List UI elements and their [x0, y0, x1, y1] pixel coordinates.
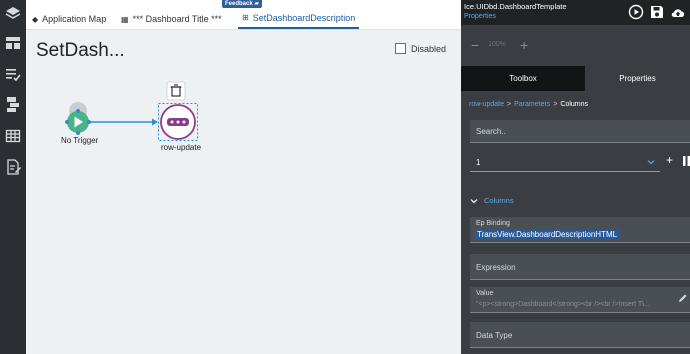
tab-label: SetDashboardDescription	[252, 12, 356, 23]
tab-label: *** Dashboard Title ***	[132, 14, 222, 24]
trigger-node[interactable]	[65, 102, 91, 135]
select-value: 1	[476, 158, 481, 167]
panel-subtitle[interactable]: Properties	[464, 13, 496, 20]
pencil-icon[interactable]	[678, 293, 688, 303]
search-field	[470, 120, 690, 143]
document-edit-icon[interactable]	[3, 157, 23, 177]
save-icon[interactable]	[649, 4, 665, 20]
designer-main: ◆ Application Map ▦ *** Dashboard Title …	[26, 0, 461, 354]
value-text: "<p><strong>Dashboard</strong><br /><br …	[476, 301, 650, 308]
search-input[interactable]	[470, 120, 690, 142]
connector-arrow	[152, 118, 158, 126]
add-column-button[interactable]: +	[666, 153, 673, 167]
feedback-label: Feedback	[225, 1, 253, 7]
tab-application-map[interactable]: ◆ Application Map	[32, 9, 106, 29]
zoom-level: 100%	[488, 41, 506, 48]
chevron-down-icon	[470, 198, 478, 203]
zoom-in-button[interactable]: +	[520, 37, 528, 53]
table-grid-icon[interactable]	[3, 126, 23, 146]
breadcrumb-columns: Columns	[560, 101, 589, 108]
expression-label: Expression	[476, 263, 516, 272]
columns-section-header[interactable]: Columns	[470, 196, 514, 205]
expression-field[interactable]: Expression	[470, 254, 690, 280]
pause-icon[interactable]	[683, 156, 690, 166]
column-index-select[interactable]: 1	[470, 152, 660, 172]
ep-binding-label: Ep Binding	[476, 220, 510, 227]
list-check-icon[interactable]	[3, 64, 23, 84]
panel-tabs: Toolbox Properties	[461, 66, 690, 91]
tab-toolbox[interactable]: Toolbox	[461, 66, 585, 91]
section-title: Columns	[484, 196, 514, 205]
tab-set-dashboard-description[interactable]: ⊞ SetDashboardDescription	[238, 8, 360, 29]
breadcrumb: row-update > Parameters > Columns	[469, 101, 588, 108]
value-label: Value	[476, 290, 494, 297]
table-icon: ▦	[121, 14, 129, 24]
panel-title: Ice.UIDbd.DashboardTemplate	[464, 2, 567, 11]
row-update-label: row-update	[161, 143, 202, 152]
workflow-diagram	[65, 81, 198, 141]
data-type-field[interactable]: Data Type	[470, 322, 690, 348]
component-tree-icon: ⊞	[242, 13, 249, 22]
row-update-node[interactable]	[160, 104, 196, 140]
breadcrumb-parameters[interactable]: Parameters	[514, 101, 550, 108]
value-field[interactable]: Value "<p><strong>Dashboard</strong><br …	[470, 287, 690, 313]
trigger-label: No Trigger	[61, 136, 99, 145]
delete-node-button[interactable]	[166, 81, 186, 101]
layers-icon[interactable]	[3, 4, 23, 24]
data-type-label: Data Type	[476, 331, 513, 340]
tab-label: Application Map	[42, 14, 107, 24]
properties-panel: Ice.UIDbd.DashboardTemplate Properties −…	[461, 0, 690, 354]
zoom-controls: − 100% +	[461, 25, 690, 65]
breadcrumb-separator: >	[507, 101, 512, 108]
tab-dashboard-title[interactable]: ▦ *** Dashboard Title ***	[121, 9, 222, 29]
chevron-down-icon	[647, 160, 655, 165]
dashboard-layout-icon[interactable]	[3, 33, 23, 53]
comment-icon: ▰	[254, 1, 259, 7]
feedback-button[interactable]: Feedback ▰	[222, 0, 262, 8]
workflow-canvas[interactable]: SetDash... Disabled No Trigger row-updat…	[26, 30, 461, 354]
layers-icon: ◆	[32, 14, 39, 24]
ep-binding-value: TransView.DashboardDescriptionHTML	[475, 230, 620, 239]
breadcrumb-row-update[interactable]: row-update	[469, 101, 504, 108]
run-icon[interactable]	[628, 4, 644, 20]
component-tree-icon[interactable]	[3, 94, 23, 114]
tab-properties[interactable]: Properties	[585, 66, 690, 91]
breadcrumb-separator: >	[553, 101, 558, 108]
panel-header: Ice.UIDbd.DashboardTemplate Properties	[461, 0, 690, 25]
zoom-out-button[interactable]: −	[471, 37, 479, 53]
left-rail	[0, 0, 26, 354]
tab-bar: ◆ Application Map ▦ *** Dashboard Title …	[26, 0, 461, 30]
ep-binding-field[interactable]: Ep Binding TransView.DashboardDescriptio…	[470, 217, 690, 243]
cloud-upload-icon[interactable]	[670, 4, 686, 20]
